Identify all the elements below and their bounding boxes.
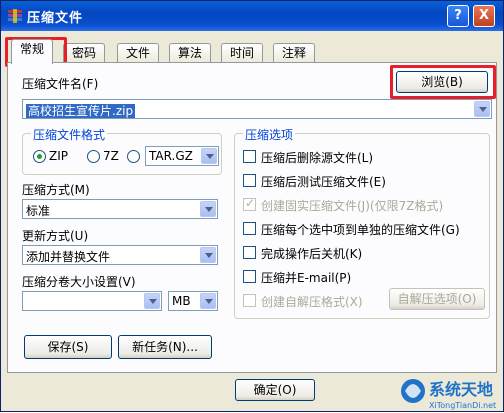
solid-archive-checkbox[interactable] (243, 196, 256, 211)
chevron-down-icon[interactable] (474, 101, 490, 117)
format-group-title: 压缩文件格式 (31, 126, 108, 143)
format-group: 压缩文件格式 ZIP 7Z TAR.GZ (22, 126, 222, 175)
separate-archives-checkbox[interactable] (243, 222, 256, 235)
tab-algorithm[interactable]: 算法 (169, 43, 212, 63)
email-label: 压缩并E-mail(P) (261, 271, 352, 285)
chevron-down-icon[interactable] (200, 201, 216, 217)
shutdown-label: 完成操作后关机(K) (261, 247, 363, 261)
delete-source-checkbox[interactable] (243, 150, 256, 163)
method-value: 标准 (26, 204, 51, 218)
solid-archive-label: 创建固实压缩文件(J)(仅限7Z格式) (261, 199, 444, 213)
close-button[interactable]: X (473, 5, 495, 27)
tab-comment[interactable]: 注释 (273, 43, 316, 63)
sfx-options-button[interactable]: 自解压选项(O) (389, 288, 485, 310)
format-7z-radio[interactable] (87, 150, 100, 163)
window-title: 压缩文件 (27, 11, 84, 26)
split-unit-value: MB (172, 294, 191, 308)
separate-archives-label: 压缩每个选中项到单独的压缩文件(G) (261, 223, 460, 237)
archive-name-value: 高校招生宣传片.zip (26, 104, 136, 118)
update-label: 更新方式(U) (22, 229, 89, 243)
tab-time[interactable]: 时间 (221, 43, 264, 63)
delete-source-label: 压缩后删除源文件(L) (261, 151, 374, 165)
tab-general[interactable]: 常规 (11, 39, 54, 64)
update-value: 添加并替换文件 (26, 250, 111, 264)
options-group: 压缩选项 压缩后删除源文件(L) 压缩后测试压缩文件(E) 创建固实压缩文件(J… (234, 126, 490, 319)
method-combo[interactable]: 标准 (22, 199, 218, 219)
format-zip-label: ZIP (49, 149, 68, 163)
split-unit-combo[interactable]: MB (168, 291, 218, 311)
sfx-label: 创建自解压格式(X) (261, 295, 363, 309)
ok-button[interactable]: 确定(O) (235, 379, 315, 401)
method-label: 压缩方式(M) (22, 183, 90, 197)
email-checkbox[interactable] (243, 270, 256, 283)
tab-files[interactable]: 文件 (117, 43, 160, 63)
format-targz-radio[interactable] (127, 150, 140, 163)
archive-name-label: 压缩文件名(F) (22, 77, 99, 91)
format-7z-label: 7Z (103, 149, 119, 163)
winrar-icon (8, 9, 22, 23)
highlight-box-browse (390, 65, 496, 99)
watermark-url: XiTongTianDi.net (429, 401, 496, 410)
archive-name-combo[interactable]: 高校招生宣传片.zip (22, 99, 492, 119)
split-size-combo[interactable] (22, 291, 162, 311)
test-archive-label: 压缩后测试压缩文件(E) (261, 175, 386, 189)
general-panel: 压缩文件名(F) 浏览(B) 高校招生宣传片.zip 压缩文件格式 ZIP 7Z… (7, 62, 497, 373)
test-archive-checkbox[interactable] (243, 174, 256, 187)
chevron-down-icon[interactable] (201, 148, 217, 164)
format-targz-label: TAR.GZ (149, 149, 193, 163)
help-button[interactable]: ? (447, 5, 469, 27)
format-zip-radio[interactable] (33, 150, 46, 163)
shutdown-checkbox[interactable] (243, 246, 256, 259)
sfx-checkbox[interactable] (243, 294, 256, 307)
compress-dialog: 压缩文件 ? X 常规 密码 文件 算法 时间 注释 压缩文件名(F) 浏览(B… (0, 0, 504, 412)
title-bar[interactable]: 压缩文件 ? X (1, 1, 503, 31)
options-group-title: 压缩选项 (243, 126, 296, 143)
split-label: 压缩分卷大小设置(V) (22, 275, 136, 289)
chevron-down-icon[interactable] (144, 293, 160, 309)
tab-password[interactable]: 密码 (63, 43, 106, 63)
watermark-text: 系统天地 (429, 380, 493, 399)
xitongtiandi-logo: 系统天地 XiTongTianDi.net (401, 379, 496, 410)
new-task-button[interactable]: 新任务(N)... (118, 335, 212, 359)
chevron-down-icon[interactable] (200, 247, 216, 263)
save-button[interactable]: 保存(S) (24, 335, 112, 359)
chevron-down-icon[interactable] (200, 293, 216, 309)
update-combo[interactable]: 添加并替换文件 (22, 245, 218, 265)
format-targz-combo[interactable]: TAR.GZ (145, 146, 219, 166)
